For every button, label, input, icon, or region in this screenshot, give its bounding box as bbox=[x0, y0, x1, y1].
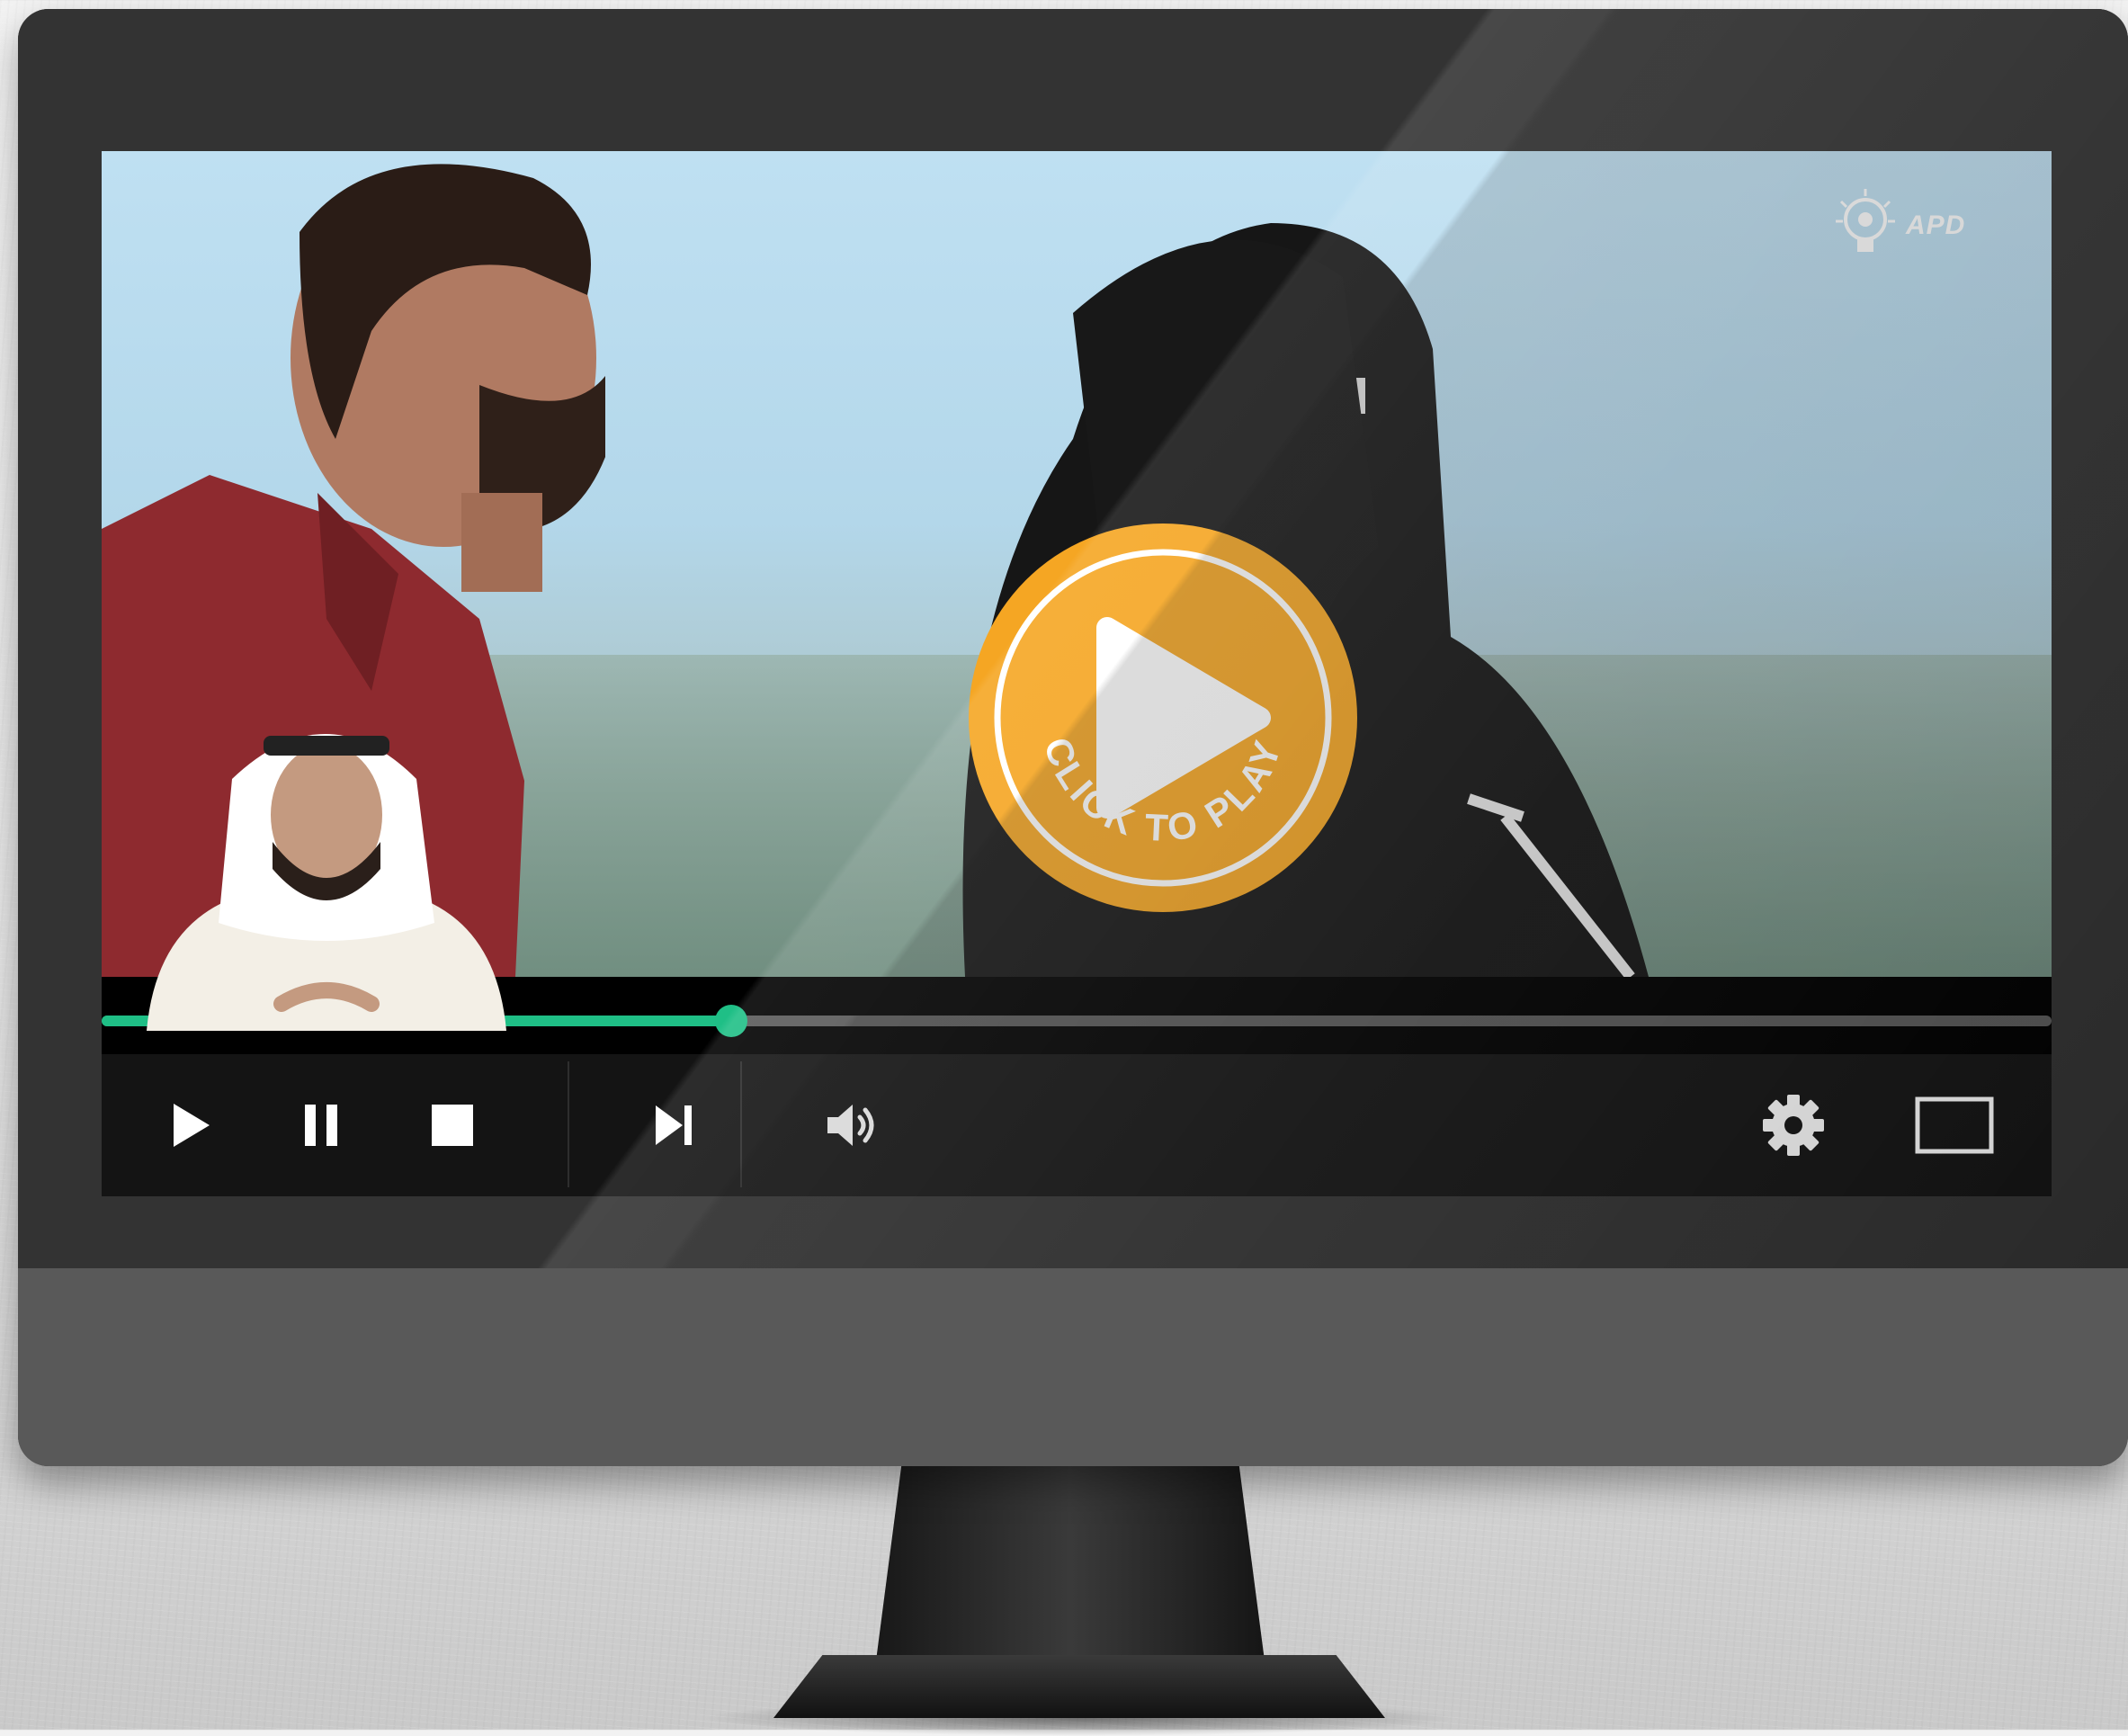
skip-next-icon bbox=[656, 1105, 692, 1145]
volume-button[interactable] bbox=[818, 1054, 890, 1196]
logo-text: APD bbox=[1906, 210, 1966, 240]
monitor-stand bbox=[874, 1439, 1266, 1673]
play-button[interactable] bbox=[156, 1054, 228, 1196]
monitor-chin bbox=[18, 1268, 2128, 1466]
volume-icon bbox=[827, 1105, 874, 1146]
sign-language-interpreter bbox=[147, 734, 506, 1031]
stop-icon bbox=[432, 1105, 473, 1146]
fullscreen-icon bbox=[1915, 1096, 1994, 1154]
gear-icon bbox=[1763, 1095, 1824, 1156]
pause-button[interactable] bbox=[285, 1054, 357, 1196]
click-to-play-button[interactable]: CLICK TO PLAY bbox=[965, 520, 1361, 916]
next-button[interactable] bbox=[638, 1054, 710, 1196]
progress-handle[interactable] bbox=[715, 1005, 747, 1037]
channel-logo: APD bbox=[1834, 176, 2032, 275]
settings-button[interactable] bbox=[1753, 1054, 1834, 1196]
control-bar bbox=[102, 1054, 2052, 1196]
control-divider bbox=[568, 1061, 569, 1187]
monitor: APD CLICK TO PLAY bbox=[18, 9, 2128, 1466]
stop-button[interactable] bbox=[416, 1054, 488, 1196]
monitor-stand-base bbox=[773, 1655, 1385, 1718]
lightbulb-icon bbox=[1836, 189, 1895, 252]
pause-icon bbox=[305, 1105, 337, 1146]
play-icon bbox=[174, 1104, 210, 1147]
fullscreen-button[interactable] bbox=[1909, 1054, 1999, 1196]
control-divider bbox=[740, 1061, 742, 1187]
video-player: APD CLICK TO PLAY bbox=[102, 151, 2052, 1196]
